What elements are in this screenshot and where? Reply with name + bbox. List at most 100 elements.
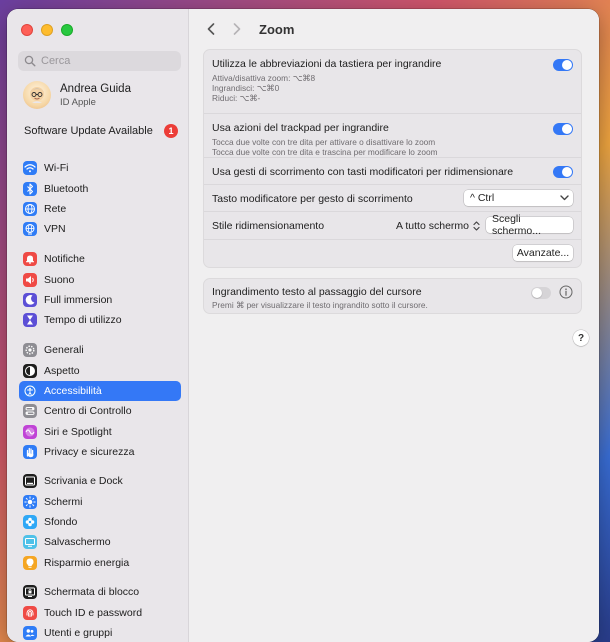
- zoom-window-button[interactable]: [61, 24, 73, 36]
- window-controls: [21, 24, 73, 36]
- chevron-down-icon: [560, 195, 569, 201]
- keyboard-shortcuts-toggle[interactable]: [553, 59, 573, 71]
- sidebar-item-notifiche[interactable]: Notifiche: [19, 249, 181, 269]
- account-name: Andrea Guida: [60, 82, 131, 95]
- appearance-icon: [23, 363, 37, 378]
- zoom-style-value: A tutto schermo: [396, 220, 469, 232]
- sidebar-item-aspetto[interactable]: Aspetto: [19, 360, 181, 380]
- bell-icon: [23, 252, 37, 267]
- users-icon: [23, 625, 37, 640]
- keyboard-shortcuts-row: Utilizza le abbreviazioni da tastiera pe…: [204, 50, 581, 114]
- sidebar-item-rete[interactable]: Rete: [19, 199, 181, 219]
- up-down-chevron-icon: [473, 221, 480, 231]
- close-window-button[interactable]: [21, 24, 33, 36]
- sidebar-item-schermi[interactable]: Schermi: [19, 491, 181, 511]
- back-button[interactable]: [203, 21, 219, 37]
- sidebar-item-suono[interactable]: Suono: [19, 269, 181, 289]
- modifier-key-select[interactable]: ^ Ctrl: [464, 190, 573, 206]
- avatar: [23, 81, 51, 109]
- bluetooth-icon: [23, 181, 37, 196]
- sidebar-item-siri-e-spotlight[interactable]: Siri e Spotlight: [19, 422, 181, 442]
- trackpad-gestures-toggle[interactable]: [553, 123, 573, 135]
- globe-icon: [23, 201, 37, 216]
- sidebar-group-system: Generali Aspetto Accessibilità Centro di Co…: [19, 340, 181, 462]
- sidebar-item-privacy-e-sicurezza[interactable]: Privacy e sicurezza: [19, 442, 181, 462]
- zoom-style-select[interactable]: A tutto schermo: [396, 220, 480, 232]
- forward-button[interactable]: [229, 21, 245, 37]
- sidebar-item-label: Suono: [44, 273, 75, 286]
- software-update-label: Software Update Available: [24, 125, 153, 137]
- sidebar-item-schermata-di-blocco[interactable]: Schermata di blocco: [19, 582, 181, 602]
- shortcut-toggle-zoom: Attiva/disattiva zoom: ⌥⌘8: [212, 73, 316, 83]
- accessibility-icon: [23, 383, 37, 398]
- sidebar-item-label: Bluetooth: [44, 182, 89, 195]
- hover-text-toggle[interactable]: [531, 287, 551, 299]
- software-update-item[interactable]: Software Update Available 1: [24, 124, 178, 138]
- sidebar-item-label: Wi-Fi: [44, 162, 69, 175]
- info-icon[interactable]: [559, 285, 573, 299]
- sidebar-item-label: Rete: [44, 202, 67, 215]
- sidebar-group-desktop: Scrivania e Dock Schermi Sfondo Salvascherm…: [19, 471, 181, 573]
- sidebar-item-label: Siri e Spotlight: [44, 425, 112, 438]
- advanced-button[interactable]: Avanzate...: [513, 245, 573, 261]
- hover-text-subtitle: Premi ⌘ per visualizzare il testo ingran…: [212, 300, 428, 310]
- sidebar-item-centro-di-controllo[interactable]: Centro di Controllo: [19, 401, 181, 421]
- settings-window: Andrea Guida ID Apple Software Update Av…: [7, 9, 599, 642]
- sidebar-item-risparmio-energia[interactable]: Risparmio energia: [19, 553, 181, 573]
- search-input[interactable]: [41, 55, 171, 67]
- sidebar: Andrea Guida ID Apple Software Update Av…: [7, 9, 189, 642]
- scroll-gesture-title: Usa gesti di scorrimento con tasti modif…: [212, 166, 514, 178]
- chevron-left-icon: [207, 23, 215, 35]
- sidebar-item-bluetooth[interactable]: Bluetooth: [19, 178, 181, 198]
- flower-icon: [23, 514, 37, 529]
- sidebar-item-salvaschermo[interactable]: Salvaschermo: [19, 532, 181, 552]
- sidebar-item-scrivania-e-dock[interactable]: Scrivania e Dock: [19, 471, 181, 491]
- sidebar-item-label: Touch ID e password: [44, 606, 143, 619]
- zoom-style-row: Stile ridimensionamento A tutto schermo …: [204, 212, 581, 240]
- sidebar-item-sfondo[interactable]: Sfondo: [19, 512, 181, 532]
- page-title: Zoom: [259, 21, 295, 37]
- sidebar-item-tempo-di-utilizzo[interactable]: Tempo di utilizzo: [19, 310, 181, 330]
- choose-screen-button[interactable]: Scegli schermo...: [486, 213, 573, 237]
- modifier-key-value: ^ Ctrl: [470, 192, 495, 204]
- minimize-window-button[interactable]: [41, 24, 53, 36]
- sidebar-item-label: Accessibilità: [44, 384, 102, 397]
- moon-icon: [23, 292, 37, 307]
- update-count-badge: 1: [164, 124, 178, 138]
- search-field[interactable]: [18, 51, 181, 71]
- hover-text-panel: Ingrandimento testo al passaggio del cur…: [203, 278, 582, 314]
- sidebar-item-label: Privacy e sicurezza: [44, 446, 135, 459]
- account-subtitle: ID Apple: [60, 96, 96, 108]
- sidebar-item-wi-fi[interactable]: Wi-Fi: [19, 158, 181, 178]
- search-icon: [24, 55, 36, 67]
- sidebar-item-utenti-e-gruppi[interactable]: Utenti e gruppi: [19, 623, 181, 642]
- sidebar-item-touch-id-e-password[interactable]: Touch ID e password: [19, 602, 181, 622]
- sidebar-item-full-immersion[interactable]: Full immersion: [19, 290, 181, 310]
- sidebar-item-accessibilita[interactable]: Accessibilità: [19, 380, 181, 402]
- main-content: Zoom Utilizza le abbreviazioni da tastie…: [189, 9, 599, 642]
- trackpad-gestures-title: Usa azioni del trackpad per ingrandire: [212, 122, 389, 134]
- trackpad-gestures-row: Usa azioni del trackpad per ingrandire T…: [204, 114, 581, 158]
- shortcut-zoom-in: Ingrandisci: ⌥⌘0: [212, 83, 280, 93]
- fingerprint-icon: [23, 605, 37, 620]
- sidebar-item-label: Generali: [44, 344, 84, 357]
- shortcut-zoom-out: Riduci: ⌥⌘-: [212, 93, 261, 103]
- speaker-icon: [23, 272, 37, 287]
- sidebar-item-label: Full immersion: [44, 293, 113, 306]
- dock-icon: [23, 474, 37, 489]
- apple-id-account[interactable]: Andrea Guida ID Apple: [23, 81, 131, 109]
- vpn-globe-icon: [23, 222, 37, 237]
- modifier-key-row: Tasto modificatore per gesto di scorrime…: [204, 185, 581, 212]
- sidebar-item-vpn[interactable]: VPN: [19, 219, 181, 239]
- siri-icon: [23, 424, 37, 439]
- help-button[interactable]: ?: [573, 330, 589, 346]
- bulb-icon: [23, 555, 37, 570]
- scroll-gesture-toggle[interactable]: [553, 166, 573, 178]
- sidebar-item-label: Utenti e gruppi: [44, 626, 113, 639]
- hand-icon: [23, 445, 37, 460]
- sidebar-group-notifications: Notifiche Suono Full immersion Tempo di uti…: [19, 249, 181, 331]
- memoji-avatar-icon: [30, 87, 44, 103]
- chevron-right-icon: [233, 23, 241, 35]
- sidebar-item-generali[interactable]: Generali: [19, 340, 181, 360]
- sidebar-group-security: Schermata di blocco Touch ID e password Ut…: [19, 582, 181, 642]
